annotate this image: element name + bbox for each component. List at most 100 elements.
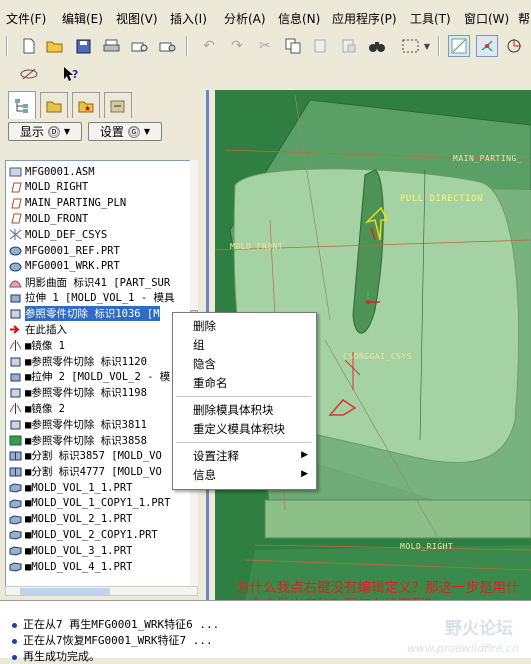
extrude-icon xyxy=(8,371,22,383)
tree-item[interactable]: MOLD_FRONT xyxy=(8,211,88,226)
tree-item[interactable]: MFG0001_WRK.PRT xyxy=(8,259,120,274)
menu-item-delete-volume[interactable]: 删除模具体积块 xyxy=(193,402,274,418)
paste-special-icon[interactable] xyxy=(338,35,360,57)
open-folder-icon[interactable] xyxy=(44,35,66,57)
tree-item[interactable]: ■参照零件切除 标识3858 xyxy=(8,433,147,448)
tab-favorites[interactable]: ★ xyxy=(72,92,100,118)
tree-item[interactable]: ■参照零件切除 标识3811 xyxy=(8,417,147,432)
menu-analysis[interactable]: 分析(A) xyxy=(224,10,266,27)
tree-item-label: 在此插入 xyxy=(25,324,67,336)
tree-item-label: ■MOLD_VOL_4_1.PRT xyxy=(25,560,133,573)
shadow-surface-icon xyxy=(8,276,22,288)
binoculars-icon[interactable] xyxy=(366,35,388,57)
ref-cut-icon xyxy=(8,387,22,399)
context-help-icon[interactable]: ? xyxy=(60,63,82,85)
chevron-down-icon[interactable]: ▼ xyxy=(422,35,432,57)
menu-item-delete[interactable]: 删除 xyxy=(193,318,216,334)
tree-item[interactable]: ■MOLD_VOL_4_1.PRT xyxy=(8,559,132,574)
menu-item-rename[interactable]: 重命名 xyxy=(193,375,228,391)
hide-icon[interactable] xyxy=(18,63,40,85)
chevron-down-icon: ▼ xyxy=(143,127,151,136)
menu-edit[interactable]: 编辑(E) xyxy=(62,10,103,27)
ref-cut-green-icon xyxy=(8,434,22,446)
label-main-parting: MAIN_PARTING_ xyxy=(453,154,523,163)
tree-item[interactable]: 拉伸 1 [MOLD_VOL_1 - 模具 xyxy=(8,290,174,305)
paste-icon[interactable] xyxy=(310,35,332,57)
menu-item-redefine-volume[interactable]: 重定义模具体积块 xyxy=(193,421,285,437)
menu-info[interactable]: 信息(N) xyxy=(278,10,320,27)
csys-display-icon[interactable] xyxy=(504,35,526,57)
tree-item-label: MOLD_FRONT xyxy=(25,212,89,225)
tree-item-label: ■参照零件切除 标识3811 xyxy=(25,418,147,431)
cut-icon[interactable]: ✂ xyxy=(254,35,276,57)
tab-folder-browser[interactable] xyxy=(40,92,68,118)
tree-item[interactable]: ■拉伸 2 [MOLD_VOL_2 - 模 xyxy=(8,369,170,384)
menu-help[interactable]: 帮 xyxy=(518,10,530,27)
extrude-icon xyxy=(8,292,22,304)
tree-item[interactable]: MFG0001_REF.PRT xyxy=(8,243,120,258)
model-tree[interactable]: MFG0001.ASM MOLD_RIGHT MAIN_PARTING_PLN MOL… xyxy=(5,160,192,588)
menu-tools[interactable]: 工具(T) xyxy=(410,10,451,27)
tree-item[interactable]: ■镜像 2 xyxy=(8,401,65,416)
menu-item-suppress[interactable]: 隐含 xyxy=(193,356,216,372)
show-dropdown[interactable]: 显示 Ⓓ ▼ xyxy=(8,122,82,141)
menu-applications[interactable]: 应用程序(P) xyxy=(332,10,397,27)
insert-here-icon xyxy=(8,324,22,336)
menu-insert[interactable]: 插入(I) xyxy=(170,10,207,27)
dropdown-icon: Ⓖ xyxy=(127,125,140,138)
menu-file[interactable]: 文件(F) xyxy=(6,10,46,27)
send-attach-icon[interactable] xyxy=(156,35,178,57)
scrollbar-thumb[interactable] xyxy=(20,588,110,595)
settings-dropdown[interactable]: 设置 Ⓖ ▼ xyxy=(88,122,162,141)
status-message-text: 正在从7恢复MFG0001_WRK特征7 ... xyxy=(23,634,213,647)
menu-item-info[interactable]: 信息 xyxy=(193,467,216,483)
datum-plane-icon xyxy=(8,181,22,193)
plane-display-icon[interactable] xyxy=(448,35,470,57)
label-pull-direction: PULL DIRECTION xyxy=(400,194,483,204)
tree-item[interactable]: 在此插入 xyxy=(8,322,67,337)
tree-item[interactable]: ■MOLD_VOL_2_COPY1.PRT xyxy=(8,527,158,542)
tree-item-label: ■分割 标识3857 [MOLD_VO xyxy=(25,450,162,463)
menu-window[interactable]: 窗口(W) xyxy=(464,10,509,27)
mirror-icon xyxy=(8,403,22,415)
copy-icon[interactable] xyxy=(282,35,304,57)
tree-horizontal-scrollbar[interactable] xyxy=(5,586,198,596)
tree-item-label: 拉伸 1 [MOLD_VOL_1 - 模具 xyxy=(25,292,175,305)
menu-view[interactable]: 视图(V) xyxy=(116,10,158,27)
axis-display-icon[interactable] xyxy=(476,35,498,57)
ref-cut-icon xyxy=(8,308,22,320)
tree-item[interactable]: ■分割 标识4777 [MOLD_VO xyxy=(8,464,162,479)
tab-connections[interactable] xyxy=(104,92,132,118)
tree-item[interactable]: 参照零件切除 标识1036 [M xyxy=(8,306,160,322)
tree-item[interactable]: ■镜像 1 xyxy=(8,338,65,353)
tree-item[interactable]: ■分割 标识3857 [MOLD_VO xyxy=(8,448,162,463)
menu-item-set-note[interactable]: 设置注释 xyxy=(193,448,239,464)
tree-item[interactable]: MOLD_DEF_CSYS xyxy=(8,227,107,242)
tree-item[interactable]: ■参照零件切除 标识1120 xyxy=(8,354,147,369)
save-icon[interactable] xyxy=(72,35,94,57)
watermark-brand: 野火论坛 xyxy=(445,618,513,639)
tree-item[interactable]: 阴影曲面 标识41 [PART_SUR xyxy=(8,275,170,290)
ref-part-icon xyxy=(8,245,22,257)
print-icon[interactable] xyxy=(100,35,122,57)
ref-cut-icon xyxy=(8,418,22,430)
label-mold-front: MOLD_FRONT xyxy=(230,242,284,251)
redo-icon[interactable]: ↷ xyxy=(226,35,248,57)
tree-item[interactable]: MFG0001.ASM xyxy=(8,164,95,179)
mirror-icon xyxy=(8,339,22,351)
tree-item[interactable]: ■MOLD_VOL_1_COPY1_1.PRT xyxy=(8,496,170,511)
tab-model-tree[interactable] xyxy=(8,91,36,119)
undo-icon[interactable]: ↶ xyxy=(198,35,220,57)
tree-item[interactable]: ■MOLD_VOL_2_1.PRT xyxy=(8,512,132,527)
toolbar-secondary: ? xyxy=(0,60,531,88)
tree-item[interactable]: MOLD_RIGHT xyxy=(8,180,88,195)
tree-item-label: ■参照零件切除 标识3858 xyxy=(25,434,147,447)
tree-item[interactable]: ■参照零件切除 标识1198 xyxy=(8,385,147,400)
navigator-tabs: ★ xyxy=(0,90,200,120)
new-file-icon[interactable] xyxy=(18,35,40,57)
menu-item-group[interactable]: 组 xyxy=(193,337,205,353)
send-mail-icon[interactable] xyxy=(128,35,150,57)
tree-item[interactable]: ■MOLD_VOL_3_1.PRT xyxy=(8,543,132,558)
tree-item[interactable]: MAIN_PARTING_PLN xyxy=(8,196,126,211)
tree-item[interactable]: ■MOLD_VOL_1_1.PRT xyxy=(8,480,132,495)
